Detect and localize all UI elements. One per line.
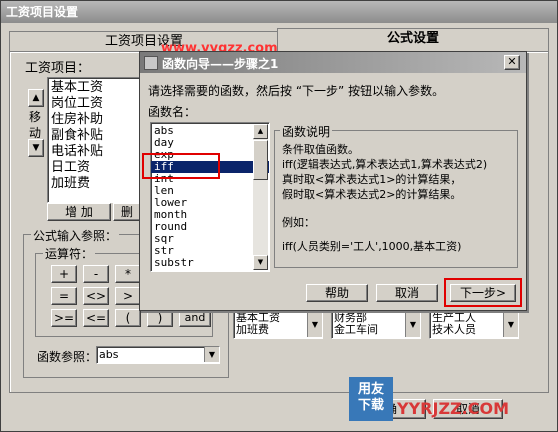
salary-items-list[interactable]: 基本工资 岗位工资 住房补助 副食补贴 电话补贴 日工资 加班费: [47, 77, 149, 203]
window-titlebar: 工资项目设置: [1, 1, 557, 23]
instruction-text: 请选择需要的函数，然后按 “下一步” 按钮以输入参数。: [148, 84, 445, 98]
operator-equals-button[interactable]: =: [51, 287, 77, 305]
description-text: 条件取值函数。 iff(逻辑表达式,算术表达式1,算术表达式2) 真时取<算术表…: [282, 143, 488, 201]
operator-multiply-button[interactable]: *: [115, 265, 141, 283]
scrollbar-thumb[interactable]: [253, 140, 268, 180]
window-title: 工资项目设置: [6, 5, 79, 19]
department-ref-select[interactable]: 财务部 金工车间 ▼: [331, 311, 421, 339]
chevron-down-icon[interactable]: ▼: [503, 312, 518, 337]
function-ref-label: 函数参照：: [37, 350, 98, 364]
move-down-button[interactable]: ▼: [28, 139, 44, 157]
salary-items-label: 工资项目：: [25, 61, 91, 76]
operators-label: 运算符：: [43, 245, 96, 262]
scroll-down-icon[interactable]: ▼: [253, 255, 268, 270]
function-ref-value: abs: [99, 348, 119, 361]
logo-watermark: 用友 下载: [349, 377, 393, 421]
personnel-type-ref-select[interactable]: 生产工人 技术人员 ▼: [429, 311, 519, 339]
watermark-bottom: YYRJZZ.COM: [397, 399, 509, 418]
operator-plus-button[interactable]: +: [51, 265, 77, 283]
operator-not-equal-button[interactable]: <>: [83, 287, 109, 305]
chevron-down-icon[interactable]: ▼: [204, 347, 219, 362]
add-button[interactable]: 增 加: [47, 203, 111, 221]
list-item[interactable]: 电话补贴: [48, 144, 148, 160]
chevron-down-icon[interactable]: ▼: [307, 312, 322, 337]
list-item[interactable]: substr: [151, 257, 269, 269]
list-item[interactable]: 岗位工资: [48, 96, 148, 112]
operator-greater-equal-button[interactable]: >=: [51, 309, 77, 327]
scroll-up-icon[interactable]: ▲: [253, 124, 268, 139]
salary-item-ref-select[interactable]: 基本工资 加班费 ▼: [233, 311, 323, 339]
highlight-selected-function: [142, 153, 220, 179]
dialog-titlebar: 函数向导——步骤之1 ✕: [140, 52, 526, 73]
function-name-label: 函数名：: [148, 105, 197, 119]
operator-less-equal-button[interactable]: <=: [83, 309, 109, 327]
operator-minus-button[interactable]: -: [83, 265, 109, 283]
example-label: 例如：: [282, 216, 315, 229]
operator-close-paren-button[interactable]: ): [147, 309, 173, 327]
operator-greater-button[interactable]: >: [115, 287, 141, 305]
function-list[interactable]: abs day exp iff int len lower month roun…: [150, 122, 270, 272]
list-item[interactable]: 加班费: [48, 176, 148, 192]
app-icon: [144, 56, 158, 70]
list-item[interactable]: 日工资: [48, 160, 148, 176]
chevron-down-icon[interactable]: ▼: [405, 312, 420, 337]
tab-formula-settings[interactable]: 公式设置: [277, 28, 549, 52]
cancel-button[interactable]: 取消: [376, 284, 438, 302]
salary-item-settings-window: 工资项目设置 工资项目设置 公式设置 工资项目： ▲ 移 动 ▼ 基本工资 岗位…: [0, 0, 558, 432]
close-icon[interactable]: ✕: [504, 55, 520, 70]
function-wizard-dialog: 函数向导——步骤之1 ✕ 请选择需要的函数，然后按 “下一步” 按钮以输入参数。…: [139, 51, 527, 311]
operator-and-button[interactable]: and: [179, 309, 211, 327]
operator-open-paren-button[interactable]: (: [115, 309, 141, 327]
example-text: iff(人员类别='工人',1000,基本工资): [282, 240, 462, 253]
list-item[interactable]: 住房补助: [48, 112, 148, 128]
function-list-scrollbar[interactable]: ▲ ▼: [253, 124, 268, 270]
function-ref-select[interactable]: abs ▼: [96, 346, 220, 364]
help-button[interactable]: 帮助: [306, 284, 368, 302]
formula-ref-label: 公式输入参照：: [31, 227, 120, 244]
highlight-next-button: [444, 278, 522, 307]
description-label: 函数说明: [280, 123, 333, 140]
list-item[interactable]: 基本工资: [48, 80, 148, 96]
move-up-button[interactable]: ▲: [28, 89, 44, 107]
list-item[interactable]: 副食补贴: [48, 128, 148, 144]
delete-button[interactable]: 删: [113, 203, 141, 221]
dialog-title: 函数向导——步骤之1: [162, 57, 279, 71]
move-label: 移 动: [29, 110, 42, 140]
